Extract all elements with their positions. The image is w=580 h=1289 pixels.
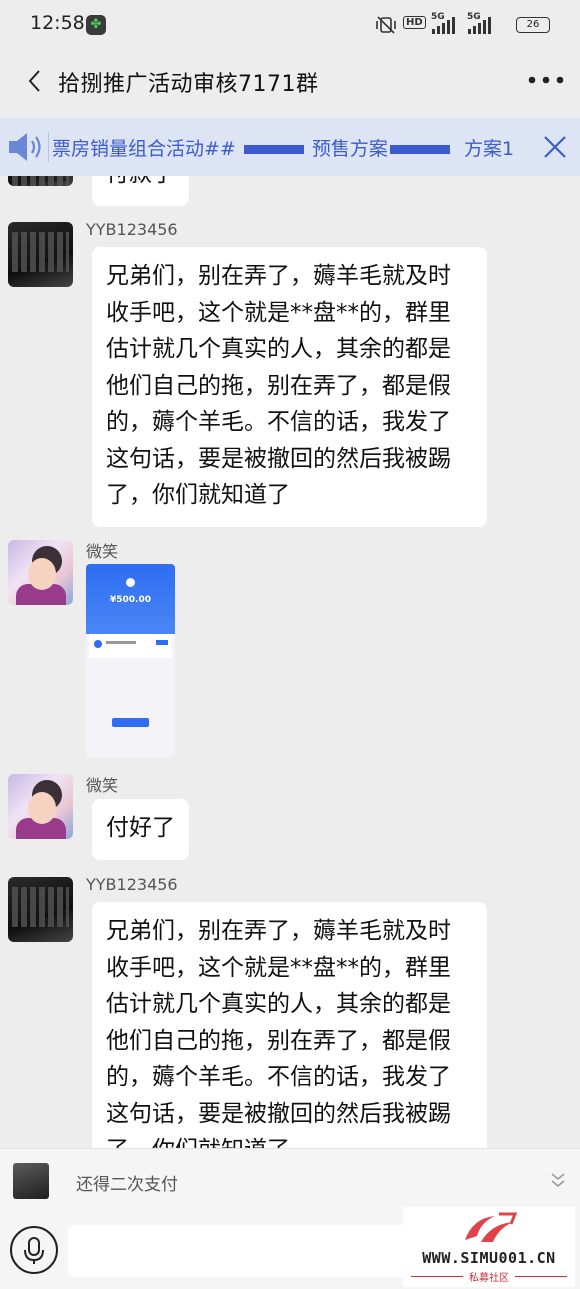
redaction-bar — [389, 145, 450, 154]
watermark-site: WWW.SIMU001.CN — [422, 1249, 556, 1267]
announcement-text: 票房销量组合活动## 预售方案 方案1 — [52, 134, 514, 161]
hd-badge: HD — [403, 16, 426, 29]
message-bubble[interactable]: 付款了 — [92, 176, 189, 206]
microphone-icon — [24, 1237, 44, 1264]
quote-thumbnail — [13, 1163, 49, 1199]
message-line: 兄弟们，别在弄了，薅羊毛就及时 — [106, 918, 451, 944]
avatar[interactable] — [8, 774, 73, 839]
message-line: 了，你们就知道了 — [106, 482, 290, 508]
chat-header: 拾捌推广活动审核7171群 — [0, 48, 580, 114]
status-icons: HD 5G 5G 26 — [375, 12, 550, 36]
sender-name: YYB123456 — [86, 220, 178, 239]
signal-bars-2-icon — [468, 16, 494, 34]
announcement-banner[interactable]: 票房销量组合活动## 预售方案 方案1 — [0, 118, 580, 176]
redaction-bar — [243, 145, 304, 154]
back-arrow-icon[interactable] — [24, 68, 48, 94]
chat-title: 拾捌推广活动审核7171群 — [58, 72, 319, 97]
message-line: 的，薅个羊毛。不信的话，我发了 — [106, 409, 451, 435]
more-options-icon[interactable] — [526, 70, 566, 90]
message-line: 估计就几个真实的人，其余的都是 — [106, 991, 451, 1017]
message-bubble[interactable]: 付好了 — [92, 799, 189, 860]
avatar[interactable] — [8, 540, 73, 605]
speaker-icon — [9, 133, 41, 161]
message-line: 兄弟们，别在弄了，薅羊毛就及时 — [106, 263, 451, 289]
sender-name: 微笑 — [86, 542, 119, 561]
avatar[interactable] — [8, 176, 73, 186]
watermark-rule-right — [515, 1276, 567, 1277]
vibrate-off-icon — [376, 16, 396, 34]
announcement-part-2: 预售方案 — [311, 138, 388, 160]
chevron-down-icon[interactable] — [550, 1171, 566, 1189]
sender-name: YYB123456 — [86, 875, 178, 894]
message-line: 这句话，要是被撤回的然后我被踢 — [106, 1100, 451, 1127]
status-bar: 12:58 ✤ HD 5G 5G 26 — [0, 0, 580, 48]
avatar[interactable] — [8, 222, 73, 287]
signal-bars-1-icon — [432, 16, 458, 34]
input-area: 还得二次支付 WWW.SIMU001.CN 私募社区 — [0, 1148, 580, 1289]
payment-screenshot-image[interactable]: ¥500.00 — [86, 564, 175, 757]
avatar[interactable] — [8, 877, 73, 942]
clover-app-icon: ✤ — [86, 15, 106, 35]
voice-input-button[interactable] — [10, 1226, 58, 1274]
message-input[interactable] — [68, 1225, 408, 1277]
message-line: 收手吧，这个就是**盘**的，群里 — [106, 954, 451, 981]
watermark-logo — [465, 1212, 518, 1242]
message-line: 了，你们就知道了 — [106, 1132, 473, 1148]
quoted-message[interactable]: 还得二次支付 — [76, 1170, 178, 1195]
message-bubble[interactable]: 兄弟们，别在弄了，薅羊毛就及时 收手吧，这个就是**盘**的，群里 估计就几个真… — [92, 902, 487, 1148]
status-time: 12:58 — [30, 12, 85, 34]
message-line: 他们自己的拖，别在弄了，都是假 — [106, 1027, 451, 1054]
message-line: 的，薅个羊毛。不信的话，我发了 — [106, 1064, 451, 1090]
sender-name: 微笑 — [86, 776, 119, 795]
announcement-part-1: 票房销量组合活动## — [52, 138, 236, 160]
message-line: 收手吧，这个就是**盘**的，群里 — [106, 299, 451, 326]
image-amount: ¥500.00 — [110, 595, 151, 605]
battery-icon: 26 — [516, 17, 550, 33]
message-line: 估计就几个真实的人，其余的都是 — [106, 336, 451, 362]
announcement-part-3: 方案1 — [463, 138, 515, 160]
close-icon[interactable] — [542, 134, 568, 160]
message-line: 这句话，要是被撤回的然后我被踢 — [106, 445, 451, 472]
banner-divider — [48, 132, 49, 162]
message-line: 他们自己的拖，别在弄了，都是假 — [106, 372, 451, 399]
site-watermark: WWW.SIMU001.CN 私募社区 — [403, 1207, 575, 1287]
chat-message-list[interactable]: 付款了 YYB123456 兄弟们，别在弄了，薅羊毛就及时 收手吧，这个就是**… — [0, 176, 580, 1148]
message-bubble[interactable]: 兄弟们，别在弄了，薅羊毛就及时 收手吧，这个就是**盘**的，群里 估计就几个真… — [92, 247, 487, 527]
